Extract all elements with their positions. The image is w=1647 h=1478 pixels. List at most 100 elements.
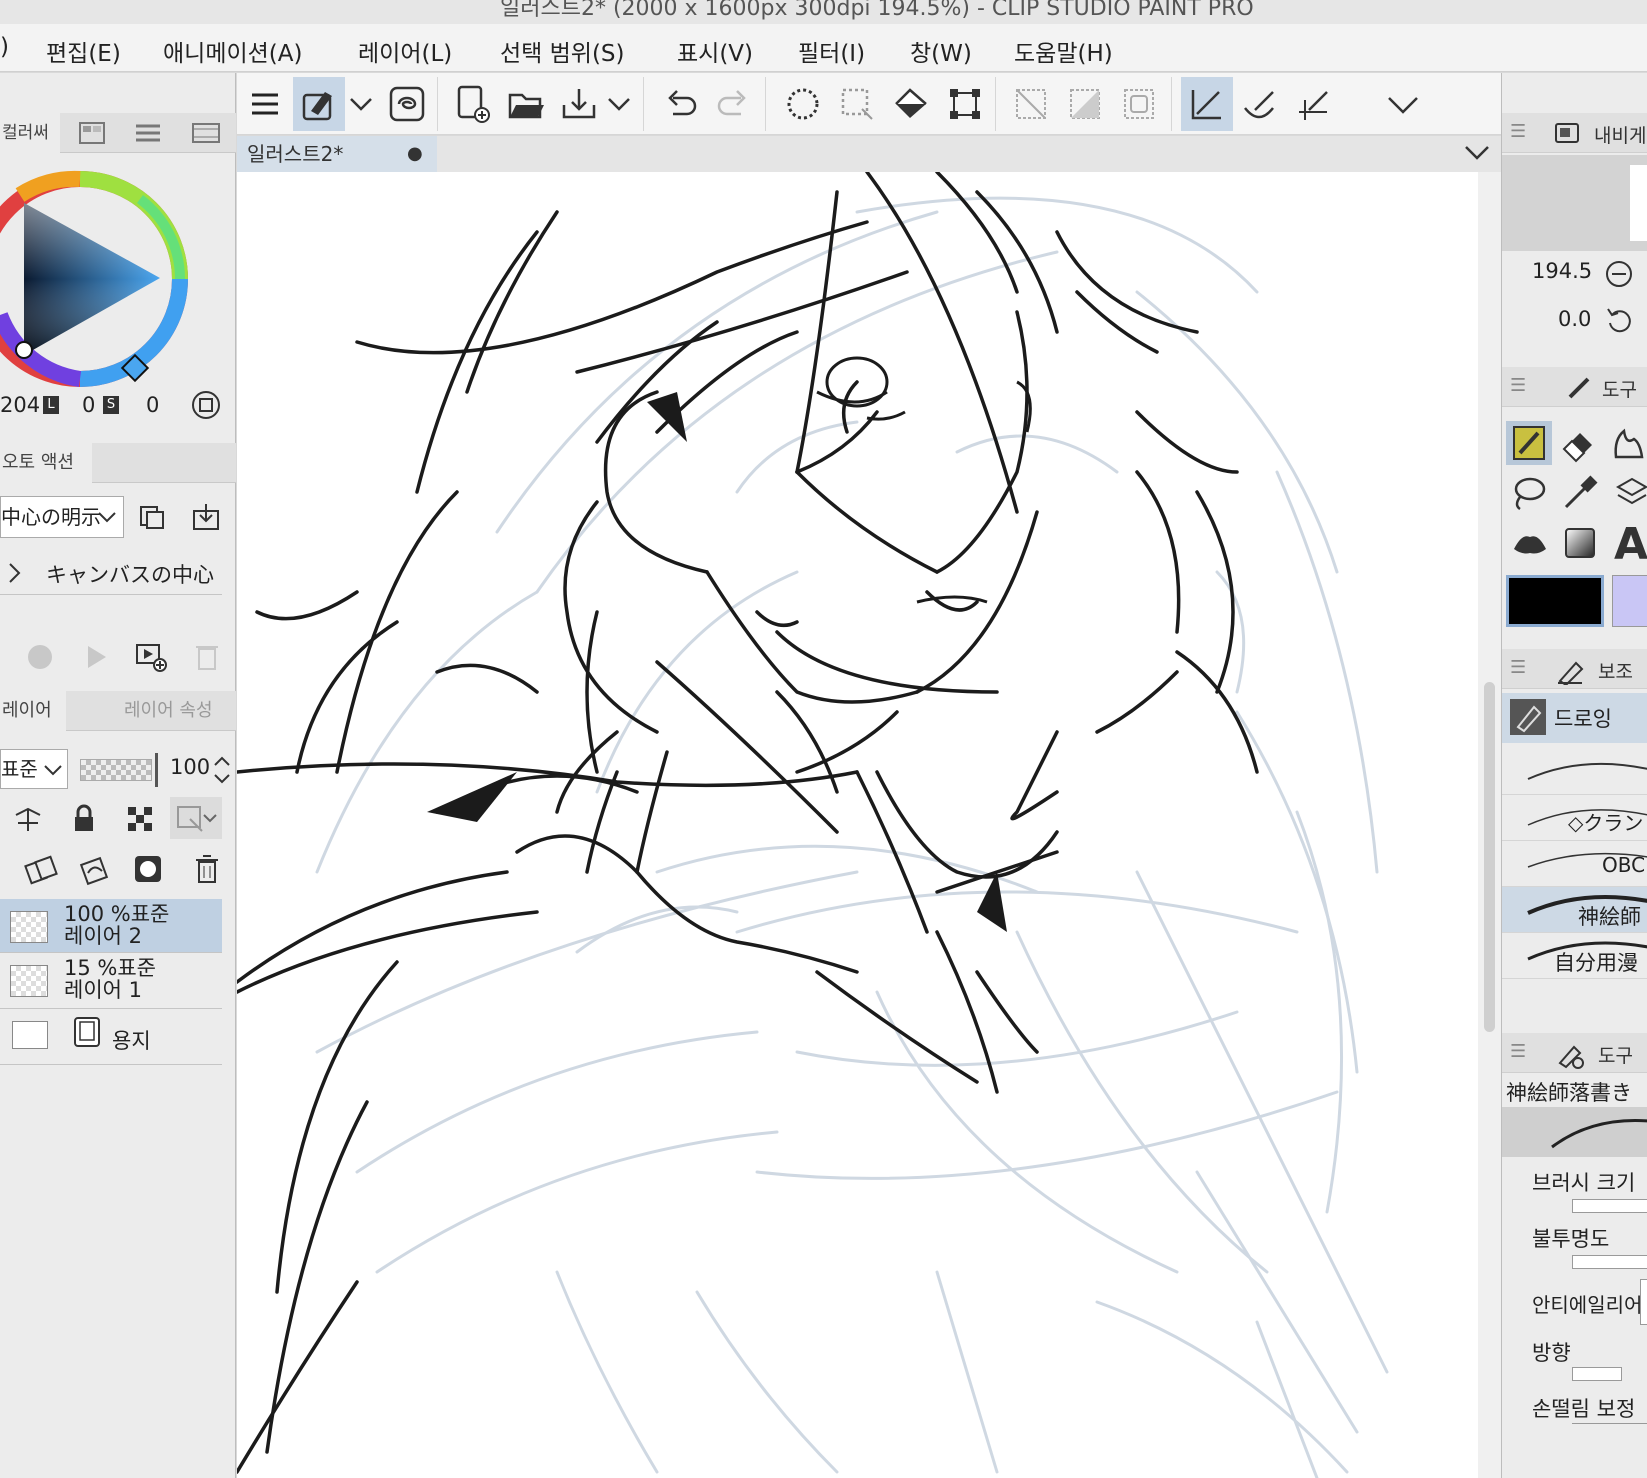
tab-auto-action[interactable]: 오토 액션 (0, 443, 92, 483)
eyedropper-icon[interactable] (1560, 473, 1600, 517)
brush-item[interactable]: 自分用漫 (1502, 933, 1647, 979)
fill-icon[interactable] (885, 77, 937, 131)
brush-item[interactable] (1502, 749, 1647, 795)
canvas-vertical-scrollbar[interactable] (1478, 172, 1501, 1478)
layer-row[interactable]: 15 %표준 레이어 1 (0, 953, 222, 1009)
menu-item-file-partial[interactable]: ) (0, 34, 9, 60)
layer-mask-icon[interactable] (132, 853, 164, 889)
color-mode-icon[interactable] (190, 389, 222, 425)
clear-outside-icon[interactable] (1059, 77, 1111, 131)
drag-handle-icon[interactable]: ☰ (1510, 657, 1526, 678)
brush-item[interactable]: OBC (1502, 841, 1647, 887)
sub-tool-tab-label[interactable]: 보조 (1598, 657, 1633, 684)
gradient-icon[interactable] (1562, 525, 1598, 565)
lock-icon[interactable] (70, 803, 98, 839)
chevron-down-icon[interactable] (343, 77, 379, 131)
drag-handle-icon[interactable]: ☰ (1510, 375, 1526, 396)
operation-icon[interactable] (1612, 473, 1647, 517)
chevron-down-icon[interactable] (96, 506, 118, 532)
rotate-reset-icon[interactable] (1604, 305, 1634, 339)
menu-item-help[interactable]: 도움말(H) (1014, 34, 1113, 68)
menu-item-window[interactable]: 창(W) (910, 34, 972, 68)
zoom-value[interactable]: 194.5 (1532, 259, 1592, 283)
menu-item-layer[interactable]: 레이어(L) (358, 34, 452, 68)
snap-to-special-ruler-icon[interactable] (1233, 77, 1285, 131)
new-file-icon[interactable] (447, 77, 499, 131)
opacity-value[interactable]: 100 (170, 755, 210, 779)
rotation-value[interactable]: 0.0 (1558, 307, 1591, 331)
snap-to-grid-icon[interactable] (1287, 77, 1339, 131)
reference-layer-icon[interactable] (170, 797, 222, 839)
chevron-down-icon[interactable] (601, 77, 637, 131)
import-icon[interactable] (190, 501, 222, 537)
clear-selection-icon[interactable] (1005, 77, 1057, 131)
clip-layer-icon[interactable] (12, 803, 44, 839)
delete-layer-icon[interactable] (194, 853, 220, 889)
navigator-tab-label[interactable]: 내비게 (1594, 121, 1646, 148)
record-icon[interactable] (26, 643, 54, 675)
navigator-preview[interactable] (1502, 155, 1647, 251)
tool-tab-label[interactable]: 도구 (1602, 375, 1637, 402)
scrollbar-thumb[interactable] (1484, 682, 1495, 1032)
direction-slider[interactable] (1572, 1367, 1622, 1381)
redo-icon[interactable] (707, 77, 759, 131)
deselect-icon[interactable] (831, 77, 883, 131)
blend-mode-select[interactable]: 표준 (0, 749, 68, 789)
chevron-down-icon[interactable] (1377, 77, 1429, 131)
sub-tool-group[interactable]: 드로잉 (1502, 693, 1647, 743)
add-action-icon[interactable] (134, 641, 168, 677)
auto-action-item[interactable]: キャンバスの中心 (0, 551, 222, 595)
trash-icon[interactable] (194, 641, 220, 675)
tab-color-set-icon[interactable] (72, 113, 112, 153)
save-icon[interactable] (553, 77, 605, 131)
stabilization-slider[interactable] (1572, 1423, 1647, 1435)
clip-studio-icon[interactable] (293, 77, 345, 131)
anti-aliasing-control[interactable] (1640, 1279, 1647, 1325)
tab-color-slider-icon[interactable] (128, 113, 168, 153)
transform-icon[interactable] (939, 77, 991, 131)
tab-color-wheel[interactable]: 컬러써 (0, 113, 60, 153)
menu-item-view[interactable]: 표시(V) (677, 34, 753, 68)
lasso-icon[interactable] (1508, 473, 1548, 517)
tab-layer-property[interactable]: 레이어 속성 (80, 691, 230, 731)
tab-color-history-icon[interactable] (186, 113, 226, 153)
blend-tool-icon[interactable] (1610, 423, 1647, 467)
brush-size-slider[interactable] (1572, 1199, 1647, 1213)
tab-layer[interactable]: 레이어 (0, 691, 66, 731)
new-vector-layer-icon[interactable] (78, 853, 112, 891)
pen-tool-button[interactable] (1506, 421, 1552, 465)
open-folder-icon[interactable] (501, 77, 553, 131)
clip-studio-assets-icon[interactable] (381, 77, 433, 131)
menu-item-filter[interactable]: 필터(I) (798, 34, 865, 68)
zoom-out-icon[interactable] (1604, 259, 1634, 293)
opacity-slider[interactable] (1572, 1255, 1647, 1269)
tool-property-tab-label[interactable]: 도구 (1598, 1041, 1633, 1068)
menu-icon[interactable] (239, 77, 291, 131)
drag-handle-icon[interactable]: ☰ (1510, 1041, 1526, 1062)
main-color-swatch[interactable] (1506, 575, 1604, 627)
drawing-canvas[interactable] (237, 172, 1478, 1478)
menu-item-animation[interactable]: 애니메이션(A) (163, 34, 302, 68)
menu-item-edit[interactable]: 편집(E) (46, 34, 121, 68)
fill-bucket-icon[interactable] (1508, 525, 1552, 569)
menu-item-selection[interactable]: 선택 범위(S) (500, 34, 625, 68)
opacity-stepper-icon[interactable] (212, 753, 232, 791)
undo-icon[interactable] (655, 77, 707, 131)
brush-item[interactable]: ◇クラン (1502, 795, 1647, 841)
chevron-down-icon[interactable] (1463, 142, 1491, 168)
select-all-icon[interactable] (777, 77, 829, 131)
lock-transparent-icon[interactable] (124, 803, 156, 839)
layer-row-selected[interactable]: 100 %표준 레이어 2 (0, 899, 222, 953)
opacity-slider-handle[interactable] (155, 753, 158, 787)
opacity-slider[interactable] (80, 759, 152, 781)
layer-row-paper[interactable]: 용지 (0, 1009, 222, 1065)
sub-color-swatch[interactable] (1612, 575, 1647, 627)
crop-icon[interactable] (1113, 77, 1165, 131)
play-icon[interactable] (82, 643, 110, 675)
drag-handle-icon[interactable]: ☰ (1510, 121, 1526, 142)
eraser-icon[interactable] (1558, 423, 1598, 467)
text-tool-icon[interactable]: A (1614, 519, 1647, 570)
color-wheel[interactable] (0, 155, 236, 415)
tab-document[interactable]: 일러스트2* ● (237, 136, 437, 172)
brush-item-selected[interactable]: 神絵師 (1502, 887, 1647, 933)
